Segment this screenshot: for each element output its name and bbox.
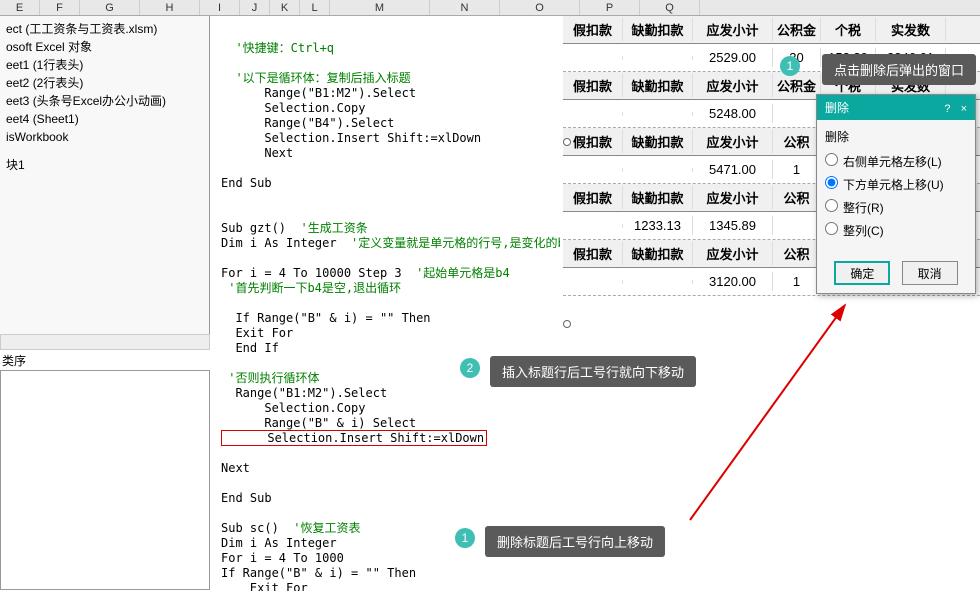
annotation-bubble-1: 点击删除后弹出的窗口 [822, 54, 976, 85]
col-header-M[interactable]: M [330, 0, 430, 15]
dialog-titlebar: 删除 ? × [817, 95, 975, 120]
column-headers: EFGHIJKLMNOPQ [0, 0, 980, 16]
properties-pane [0, 370, 210, 590]
annotation-badge-3: 1 [455, 528, 475, 548]
tree-project[interactable]: ect (工工资条与工资表.xlsm) [6, 20, 203, 38]
col-header-N[interactable]: N [430, 0, 500, 15]
dialog-title-text: 删除 [825, 99, 849, 116]
tree-item[interactable]: isWorkbook [6, 128, 203, 146]
tree-item[interactable]: osoft Excel 对象 [6, 38, 203, 56]
dialog-body-label: 删除 [825, 128, 967, 145]
col-header-O[interactable]: O [500, 0, 580, 15]
tree-item[interactable]: eet4 (Sheet1) [6, 110, 203, 128]
lower-pane-label: 类序 [2, 352, 26, 369]
annotation-bubble-2: 插入标题行后工号行就向下移动 [490, 356, 696, 387]
tree-item[interactable]: eet3 (头条号Excel办公小动画) [6, 92, 203, 110]
vba-code-editor[interactable]: '快捷键：Ctrl+q '以下是循环体：复制后插入标题 Range("B1:M2… [215, 16, 560, 591]
ok-button[interactable]: 确定 [834, 261, 890, 285]
dialog-help-icon[interactable]: ? [944, 103, 950, 115]
highlighted-insert-line: Selection.Insert Shift:=xlDown [221, 430, 487, 446]
radio-shift-up[interactable]: 下方单元格上移(U) [825, 176, 967, 193]
radio-entire-row[interactable]: 整行(R) [825, 199, 967, 216]
col-header-I[interactable]: I [200, 0, 240, 15]
tree-module[interactable]: 块1 [6, 156, 203, 174]
col-header-L[interactable]: L [300, 0, 330, 15]
col-header-P[interactable]: P [580, 0, 640, 15]
annotation-bubble-3: 删除标题后工号行向上移动 [485, 526, 665, 557]
col-header-H[interactable]: H [140, 0, 200, 15]
cancel-button[interactable]: 取消 [902, 261, 958, 285]
col-header-F[interactable]: F [40, 0, 80, 15]
delete-dialog: 删除 ? × 删除 右侧单元格左移(L) 下方单元格上移(U) 整行(R) 整列… [816, 94, 976, 294]
selection-handle[interactable] [563, 320, 571, 328]
close-icon[interactable]: × [961, 103, 967, 115]
tree-item[interactable]: eet2 (2行表头) [6, 74, 203, 92]
horizontal-scrollbar[interactable] [0, 334, 210, 350]
radio-shift-left[interactable]: 右侧单元格左移(L) [825, 153, 967, 170]
tree-item[interactable]: eet1 (1行表头) [6, 56, 203, 74]
annotation-badge-2: 2 [460, 358, 480, 378]
col-header-G[interactable]: G [80, 0, 140, 15]
col-header-J[interactable]: J [240, 0, 270, 15]
col-header-E[interactable]: E [0, 0, 40, 15]
col-header-K[interactable]: K [270, 0, 300, 15]
selection-handle[interactable] [563, 138, 571, 146]
annotation-badge-1: 1 [780, 56, 800, 76]
col-header-Q[interactable]: Q [640, 0, 700, 15]
radio-entire-col[interactable]: 整列(C) [825, 222, 967, 239]
project-explorer: ect (工工资条与工资表.xlsm) osoft Excel 对象eet1 (… [0, 16, 210, 334]
